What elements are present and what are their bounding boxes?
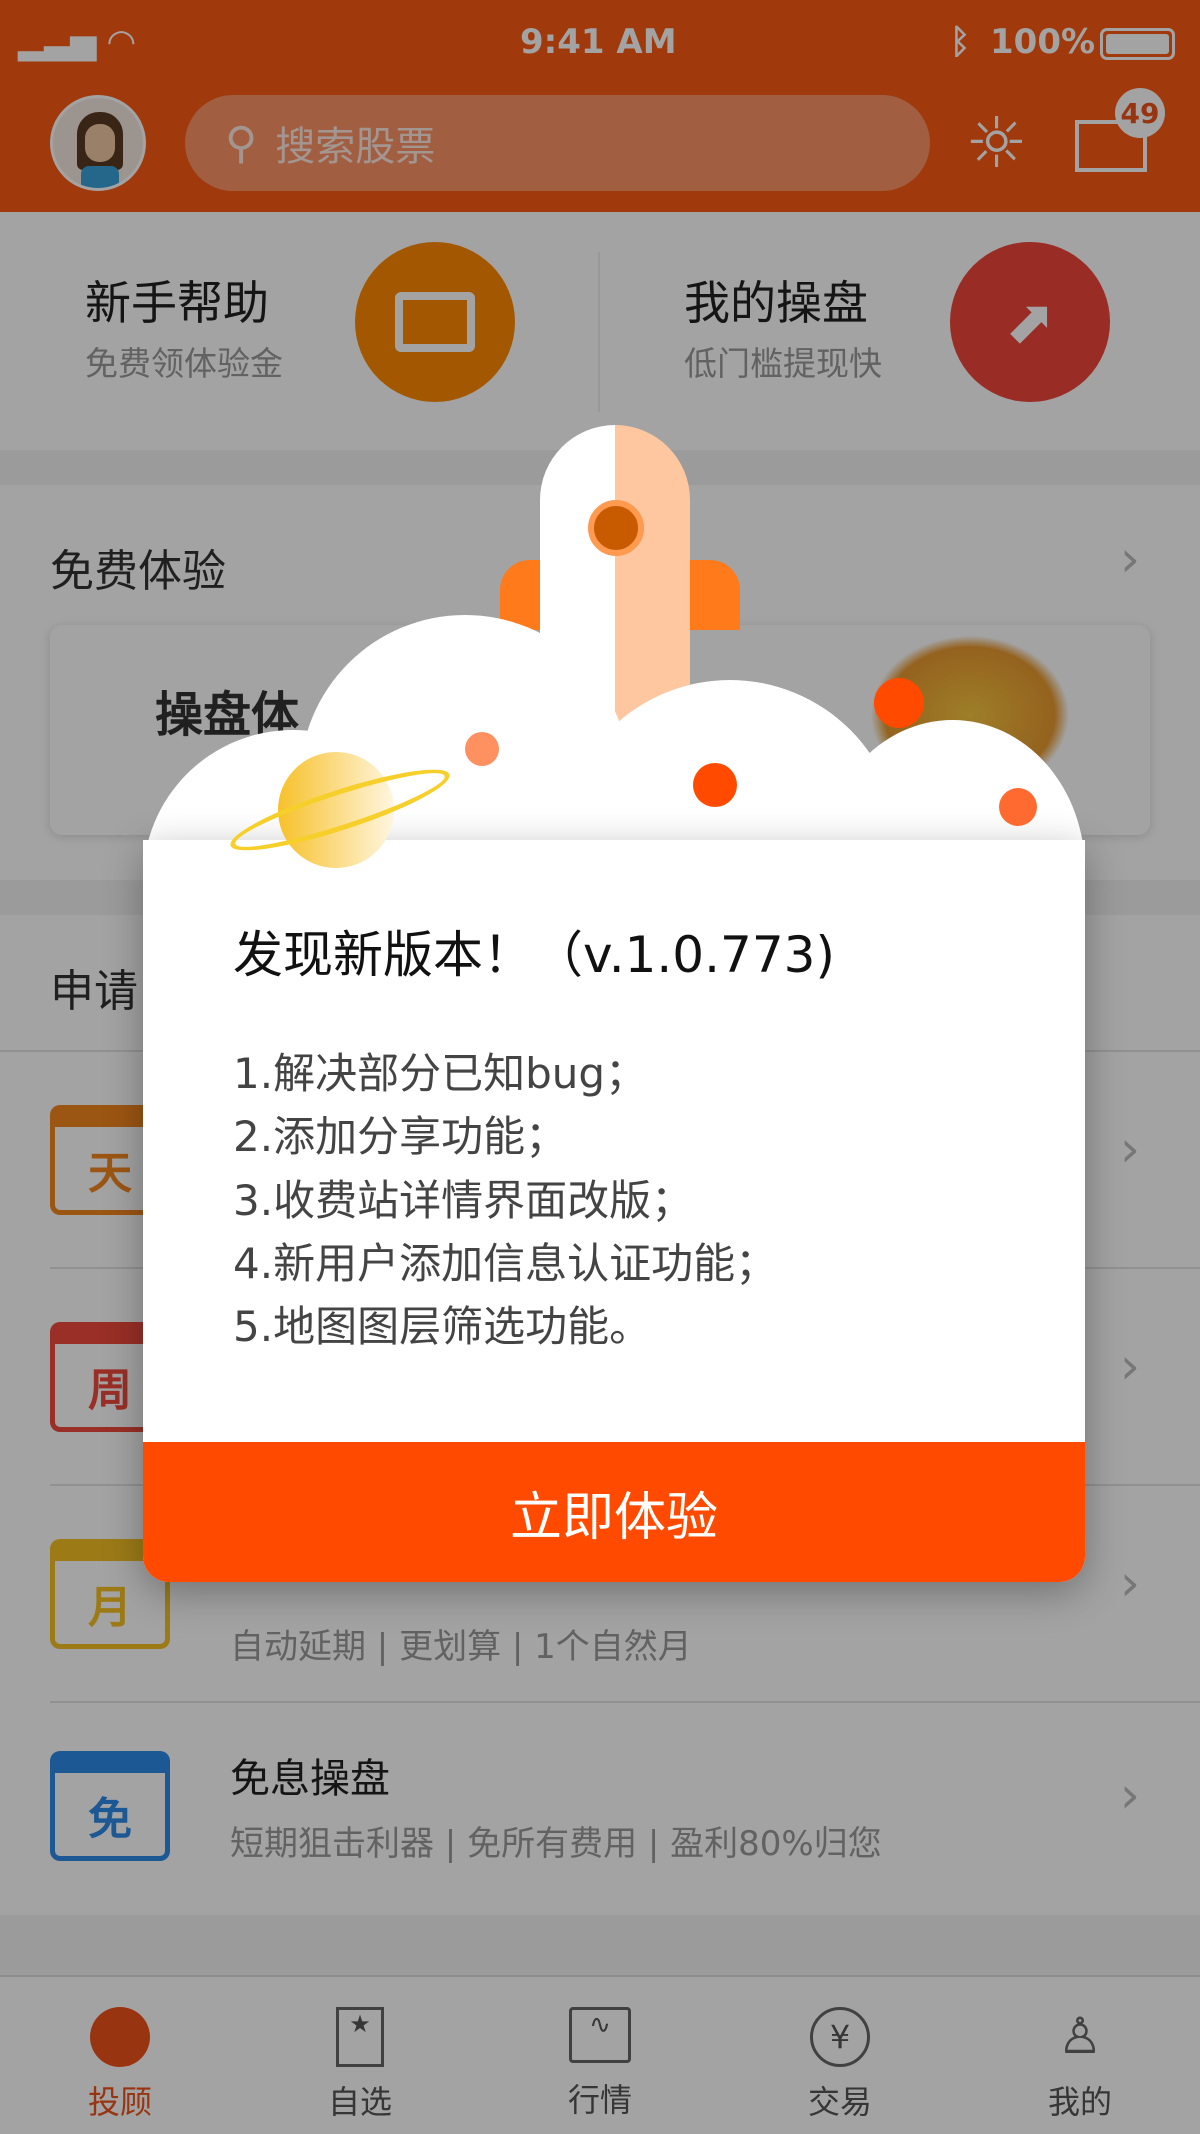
try-now-button[interactable]: 立即体验: [143, 1442, 1085, 1582]
decor-dot: [999, 788, 1037, 826]
changelog-item: 3.收费站详情界面改版；: [233, 1176, 694, 1225]
changelog-item: 2.添加分享功能；: [233, 1112, 568, 1161]
rocket-window: [588, 500, 644, 556]
decor-dot: [693, 763, 737, 807]
changelog-item: 1.解决部分已知bug；: [233, 1049, 648, 1098]
update-dialog: 发现新版本！（v.1.0.773) 1.解决部分已知bug； 2.添加分享功能；…: [143, 840, 1085, 1582]
decor-dot: [874, 678, 924, 728]
decor-dot: [465, 732, 499, 766]
dialog-title: 发现新版本！（v.1.0.773): [233, 926, 835, 984]
changelog-item: 4.新用户添加信息认证功能；: [233, 1239, 778, 1288]
changelog-item: 5.地图图层筛选功能。: [233, 1302, 652, 1351]
